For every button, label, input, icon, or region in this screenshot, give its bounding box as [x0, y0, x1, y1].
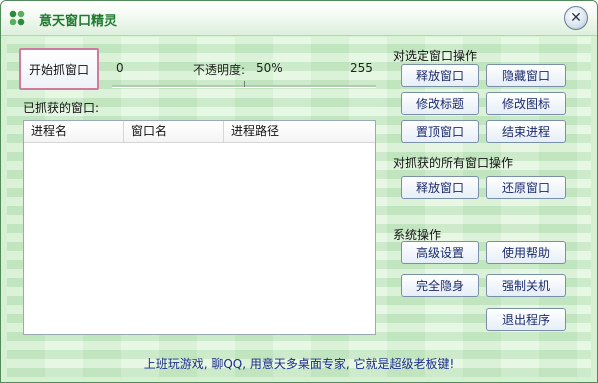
- column-header-window-name[interactable]: 窗口名: [124, 121, 224, 142]
- list-header: 进程名 窗口名 进程路径: [24, 121, 375, 143]
- captured-windows-label: 已抓获的窗口:: [23, 101, 100, 115]
- status-slogan: 上班玩游戏, 聊QQ, 用意天多桌面专家, 它就是超级老板键!: [143, 357, 455, 371]
- force-shutdown-button[interactable]: 强制关机: [486, 274, 566, 297]
- app-window: 意天窗口精灵 ✕ 开始抓窗口 0 不透明度: 50% 255 已抓获的窗口: 进…: [0, 0, 598, 383]
- edit-icon-button[interactable]: 修改图标: [486, 92, 566, 115]
- opacity-label: 不透明度:: [193, 63, 246, 77]
- column-header-process-path[interactable]: 进程路径: [224, 121, 375, 142]
- advanced-settings-button[interactable]: 高级设置: [401, 241, 479, 264]
- release-window-button[interactable]: 释放窗口: [401, 64, 479, 87]
- help-button[interactable]: 使用帮助: [486, 241, 566, 264]
- start-capture-button[interactable]: 开始抓窗口: [19, 48, 99, 90]
- all-windows-ops-heading: 对抓获的所有窗口操作: [393, 156, 514, 170]
- opacity-max-label: 255: [350, 61, 373, 75]
- captured-windows-list[interactable]: 进程名 窗口名 进程路径: [23, 120, 376, 335]
- hide-window-button[interactable]: 隐藏窗口: [486, 64, 566, 87]
- stealth-mode-button[interactable]: 完全隐身: [401, 274, 479, 297]
- client-area: 开始抓窗口 0 不透明度: 50% 255 已抓获的窗口: 进程名 窗口名 进程…: [7, 37, 591, 377]
- window-title: 意天窗口精灵: [39, 14, 118, 29]
- opacity-value: 50%: [256, 61, 283, 75]
- exit-program-button[interactable]: 退出程序: [486, 308, 566, 331]
- title-bar[interactable]: 意天窗口精灵 ✕: [1, 1, 597, 36]
- edit-title-button[interactable]: 修改标题: [401, 92, 479, 115]
- close-button[interactable]: ✕: [564, 6, 588, 30]
- opacity-slider-thumb[interactable]: [244, 81, 245, 87]
- close-icon: ✕: [570, 10, 582, 26]
- app-logo-icon: [7, 8, 27, 28]
- column-header-process-name[interactable]: 进程名: [24, 121, 124, 142]
- end-process-button[interactable]: 结束进程: [486, 120, 566, 143]
- release-all-button[interactable]: 释放窗口: [401, 176, 479, 199]
- pin-window-button[interactable]: 置顶窗口: [401, 120, 479, 143]
- opacity-min-label: 0: [116, 61, 124, 75]
- selected-window-ops-heading: 对选定窗口操作: [393, 49, 478, 63]
- restore-all-button[interactable]: 还原窗口: [486, 176, 566, 199]
